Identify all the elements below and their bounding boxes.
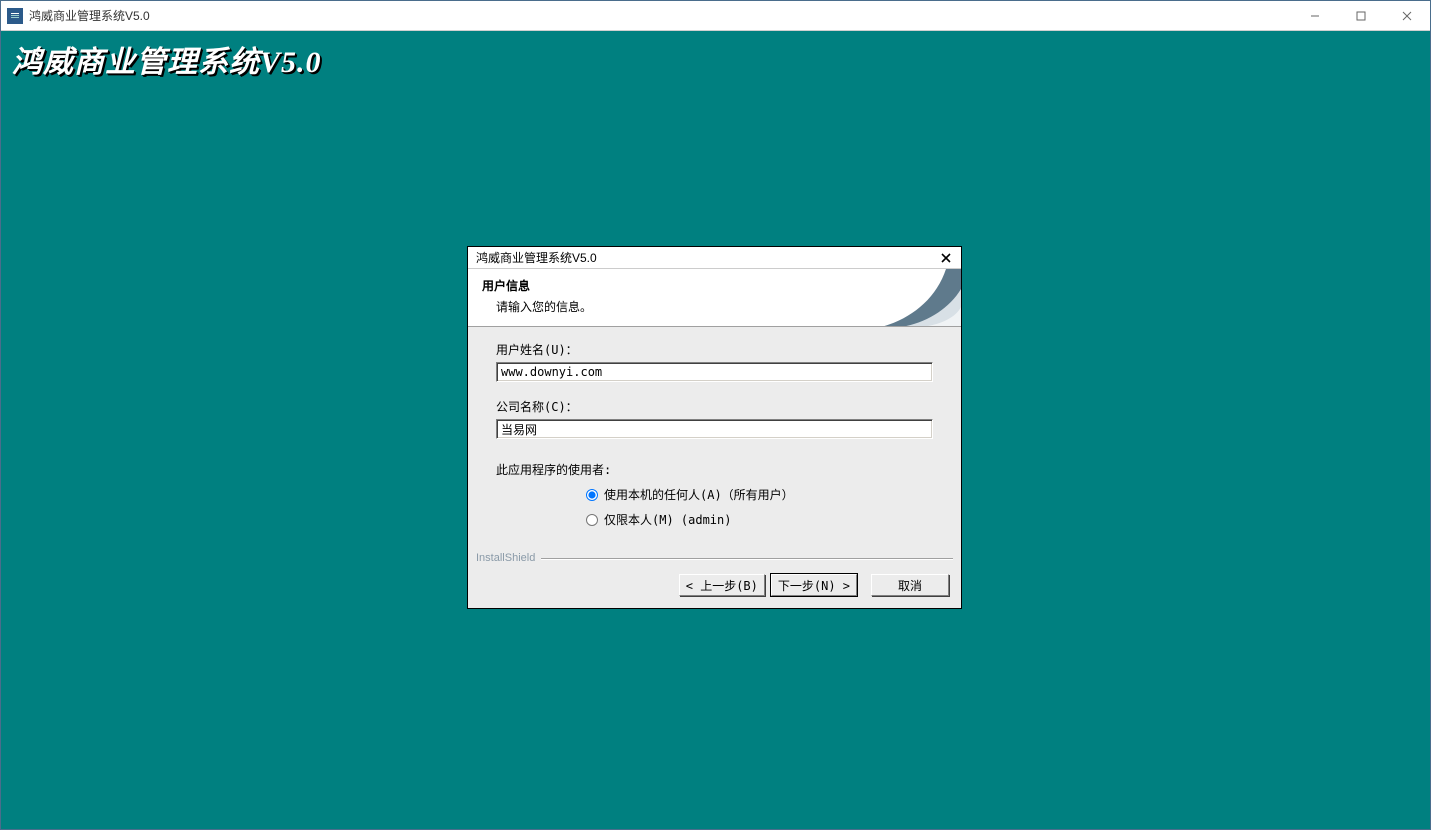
maximize-button[interactable] bbox=[1338, 1, 1384, 30]
app-title: 鸿威商业管理系统V5.0 bbox=[29, 7, 150, 24]
radio-all-users-label[interactable]: 使用本机的任何人(A)（所有用户） bbox=[604, 486, 794, 503]
app-titlebar: 鸿威商业管理系统V5.0 bbox=[1, 1, 1430, 31]
dialog-body: 用户姓名(U)： 公司名称(C)： 此应用程序的使用者: 使用本机的任何人(A)… bbox=[468, 327, 961, 536]
next-button[interactable]: 下一步(N) > bbox=[771, 574, 857, 596]
username-input[interactable] bbox=[496, 362, 933, 382]
dialog-close-button[interactable] bbox=[935, 249, 957, 267]
divider-line bbox=[541, 558, 953, 559]
close-button[interactable] bbox=[1384, 1, 1430, 30]
dialog-title: 鸿威商业管理系统V5.0 bbox=[476, 249, 597, 266]
installshield-brand: InstallShield bbox=[476, 552, 535, 564]
cancel-button[interactable]: 取消 bbox=[871, 574, 949, 596]
app-banner: 鸿威商业管理系统V5.0 bbox=[12, 37, 322, 81]
radio-only-me-label[interactable]: 仅限本人(M) (admin) bbox=[604, 511, 731, 528]
app-window: 鸿威商业管理系统V5.0 鸿威商业管理系统V5.0 鸿威商业管理系统V5.0 bbox=[0, 0, 1431, 830]
user-scope-label: 此应用程序的使用者: bbox=[496, 461, 933, 478]
dialog-button-row: < 上一步(B) 下一步(N) > 取消 bbox=[468, 564, 961, 608]
company-input[interactable] bbox=[496, 419, 933, 439]
company-label: 公司名称(C)： bbox=[496, 398, 933, 415]
radio-only-me[interactable] bbox=[586, 514, 598, 526]
minimize-button[interactable] bbox=[1292, 1, 1338, 30]
radio-all-users[interactable] bbox=[586, 489, 598, 501]
dialog-titlebar: 鸿威商业管理系统V5.0 bbox=[468, 247, 961, 269]
window-controls bbox=[1292, 1, 1430, 30]
client-area: 鸿威商业管理系统V5.0 鸿威商业管理系统V5.0 用户信息 请输入您的信息。 bbox=[2, 31, 1429, 828]
app-icon bbox=[7, 8, 23, 24]
branding-row: InstallShield bbox=[468, 552, 961, 564]
page-curl-icon bbox=[841, 269, 961, 327]
user-scope-section: 此应用程序的使用者: 使用本机的任何人(A)（所有用户） 仅限本人(M) (ad… bbox=[496, 461, 933, 528]
username-label: 用户姓名(U)： bbox=[496, 341, 933, 358]
dialog-header: 用户信息 请输入您的信息。 bbox=[468, 269, 961, 327]
back-button[interactable]: < 上一步(B) bbox=[679, 574, 765, 596]
installer-dialog: 鸿威商业管理系统V5.0 用户信息 请输入您的信息。 bbox=[467, 246, 962, 609]
